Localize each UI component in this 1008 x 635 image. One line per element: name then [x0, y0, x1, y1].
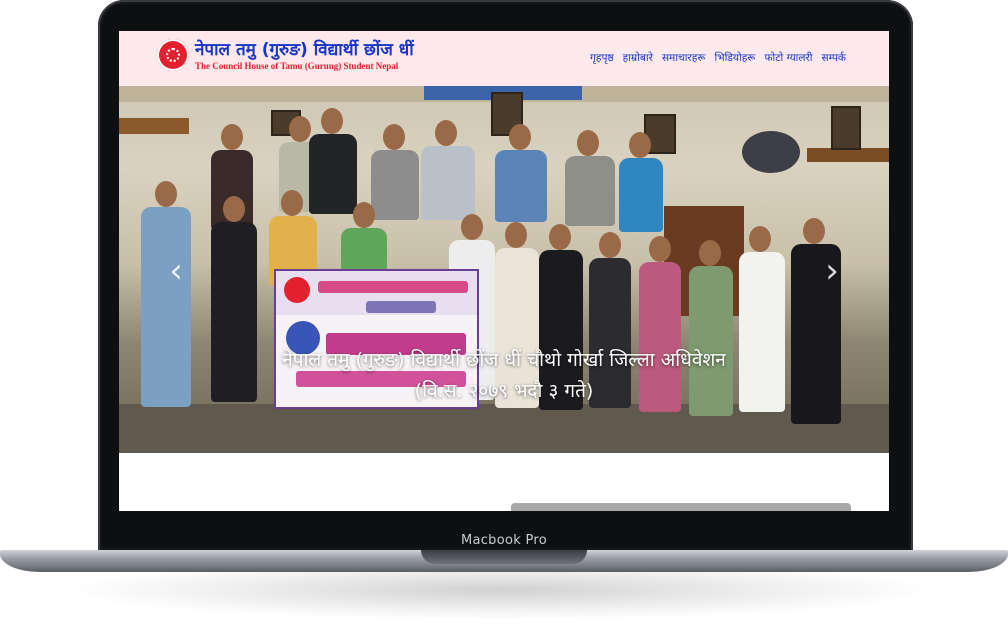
- chevron-left-icon[interactable]: ‹: [165, 251, 187, 291]
- photo-background: [742, 131, 800, 173]
- site-title[interactable]: नेपाल तमु (गुरुङ) विद्यार्थी छोंज धीं: [195, 37, 414, 60]
- chevron-right-icon[interactable]: ›: [821, 251, 843, 291]
- site-logo[interactable]: [157, 39, 189, 71]
- nav-videos[interactable]: भिडियोहरू: [714, 51, 755, 65]
- browser-viewport: नेपाल तमु (गुरुङ) विद्यार्थी छोंज धीं Th…: [119, 31, 889, 511]
- content-image-peek[interactable]: [511, 503, 851, 511]
- content-section: [119, 453, 889, 511]
- hero-caption-line2: (वि.स. २०७९ भदौ ३ गते): [414, 380, 594, 402]
- site-subtitle: The Council House of Tamu (Gurung) Stude…: [195, 61, 399, 71]
- nav-about[interactable]: हाम्रोबारे: [623, 51, 653, 65]
- nav-contact[interactable]: सम्पर्क: [822, 51, 846, 65]
- photo-background: [831, 106, 861, 150]
- hero-caption-line1: नेपाल तमु (गुरुङ) विद्यार्थी छोंज धीं चौ…: [282, 349, 726, 371]
- hero-slider: नेपाल तमु (गुरुङ) विद्यार्थी छोंज धीं चौ…: [119, 86, 889, 453]
- nav-photo-gallery[interactable]: फोटो ग्यालरी: [764, 51, 812, 65]
- photo-background: [807, 148, 889, 162]
- nav-home[interactable]: गृहपृष्ठ: [590, 51, 614, 65]
- laptop-notch: [421, 550, 587, 564]
- photo-background: [119, 118, 189, 134]
- hero-caption: नेपाल तमु (गुरुङ) विद्यार्थी छोंज धीं चौ…: [119, 345, 889, 407]
- site-header: नेपाल तमु (गुरुङ) विद्यार्थी छोंज धीं Th…: [119, 31, 889, 86]
- nav-news[interactable]: समाचारहरू: [662, 51, 706, 65]
- main-nav: गृहपृष्ठ हाम्रोबारे समाचारहरू भिडियोहरू …: [590, 51, 846, 65]
- device-label: Macbook Pro: [460, 533, 548, 548]
